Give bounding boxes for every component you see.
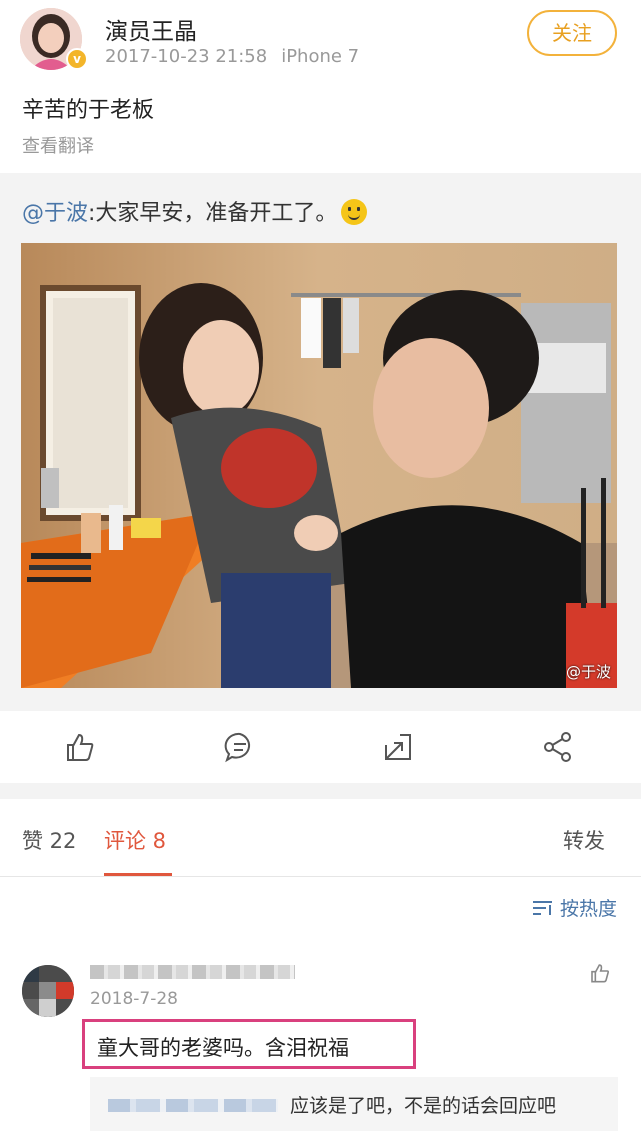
repost-body: :大家早安，准备开工了。 xyxy=(88,201,338,226)
interaction-tabs: 赞 22 评论 8 转发 xyxy=(0,799,641,877)
tab-comments[interactable]: 评论 8 xyxy=(104,825,166,855)
comment-text: 童大哥的老婆吗。含泪祝福 xyxy=(97,1036,349,1060)
reply-text: 应该是了吧，不是的话会回应吧 xyxy=(290,1095,557,1117)
commenter-avatar[interactable] xyxy=(22,965,74,1017)
comment-item: 2018-7-28 童大哥的老婆吗。含泪祝福 应该是了吧，不是的话会回应吧 xyxy=(0,955,641,1131)
reply-preview[interactable]: 应该是了吧，不是的话会回应吧 xyxy=(90,1077,618,1131)
reply-author-redacted xyxy=(108,1099,278,1112)
post-datetime: 2017-10-23 21:58 xyxy=(105,46,268,67)
post-text: 辛苦的于老板 xyxy=(22,98,155,123)
verified-badge-icon: v xyxy=(66,48,88,70)
share-icon[interactable] xyxy=(540,729,576,765)
follow-button[interactable]: 关注 xyxy=(527,10,617,56)
comment-icon[interactable] xyxy=(222,729,258,765)
commenter-name-redacted xyxy=(90,965,295,979)
comment-like-icon[interactable] xyxy=(588,961,612,985)
post-device: iPhone 7 xyxy=(281,46,360,67)
tab-reposts[interactable]: 转发 xyxy=(563,825,605,855)
repost-card[interactable]: @于波:大家早安，准备开工了。 @于波 xyxy=(0,173,641,711)
repost-mention[interactable]: @于波 xyxy=(22,201,88,226)
repost-icon[interactable] xyxy=(380,729,416,765)
photo-watermark: @于波 xyxy=(565,663,611,681)
comment-highlight-box: 童大哥的老婆吗。含泪祝福 xyxy=(82,1019,416,1069)
sort-icon xyxy=(532,901,552,915)
like-icon[interactable] xyxy=(62,729,98,765)
sort-label: 按热度 xyxy=(559,898,617,920)
comment-date: 2018-7-28 xyxy=(90,989,178,1009)
repost-photo[interactable]: @于波 xyxy=(21,243,617,688)
action-bar xyxy=(0,711,641,783)
post-header: v 演员王晶 2017-10-23 21:58 iPhone 7 关注 xyxy=(0,0,641,80)
repost-text: @于波:大家早安，准备开工了。 xyxy=(22,195,368,227)
section-divider xyxy=(0,783,641,799)
translate-link[interactable]: 查看翻译 xyxy=(22,132,94,158)
sort-toggle[interactable]: 按热度 xyxy=(532,894,617,921)
active-tab-indicator xyxy=(104,873,172,876)
author-name[interactable]: 演员王晶 xyxy=(105,12,197,46)
post-meta: 2017-10-23 21:58 iPhone 7 xyxy=(105,46,359,67)
smile-emoji-icon xyxy=(341,199,368,225)
tab-likes[interactable]: 赞 22 xyxy=(22,825,76,855)
